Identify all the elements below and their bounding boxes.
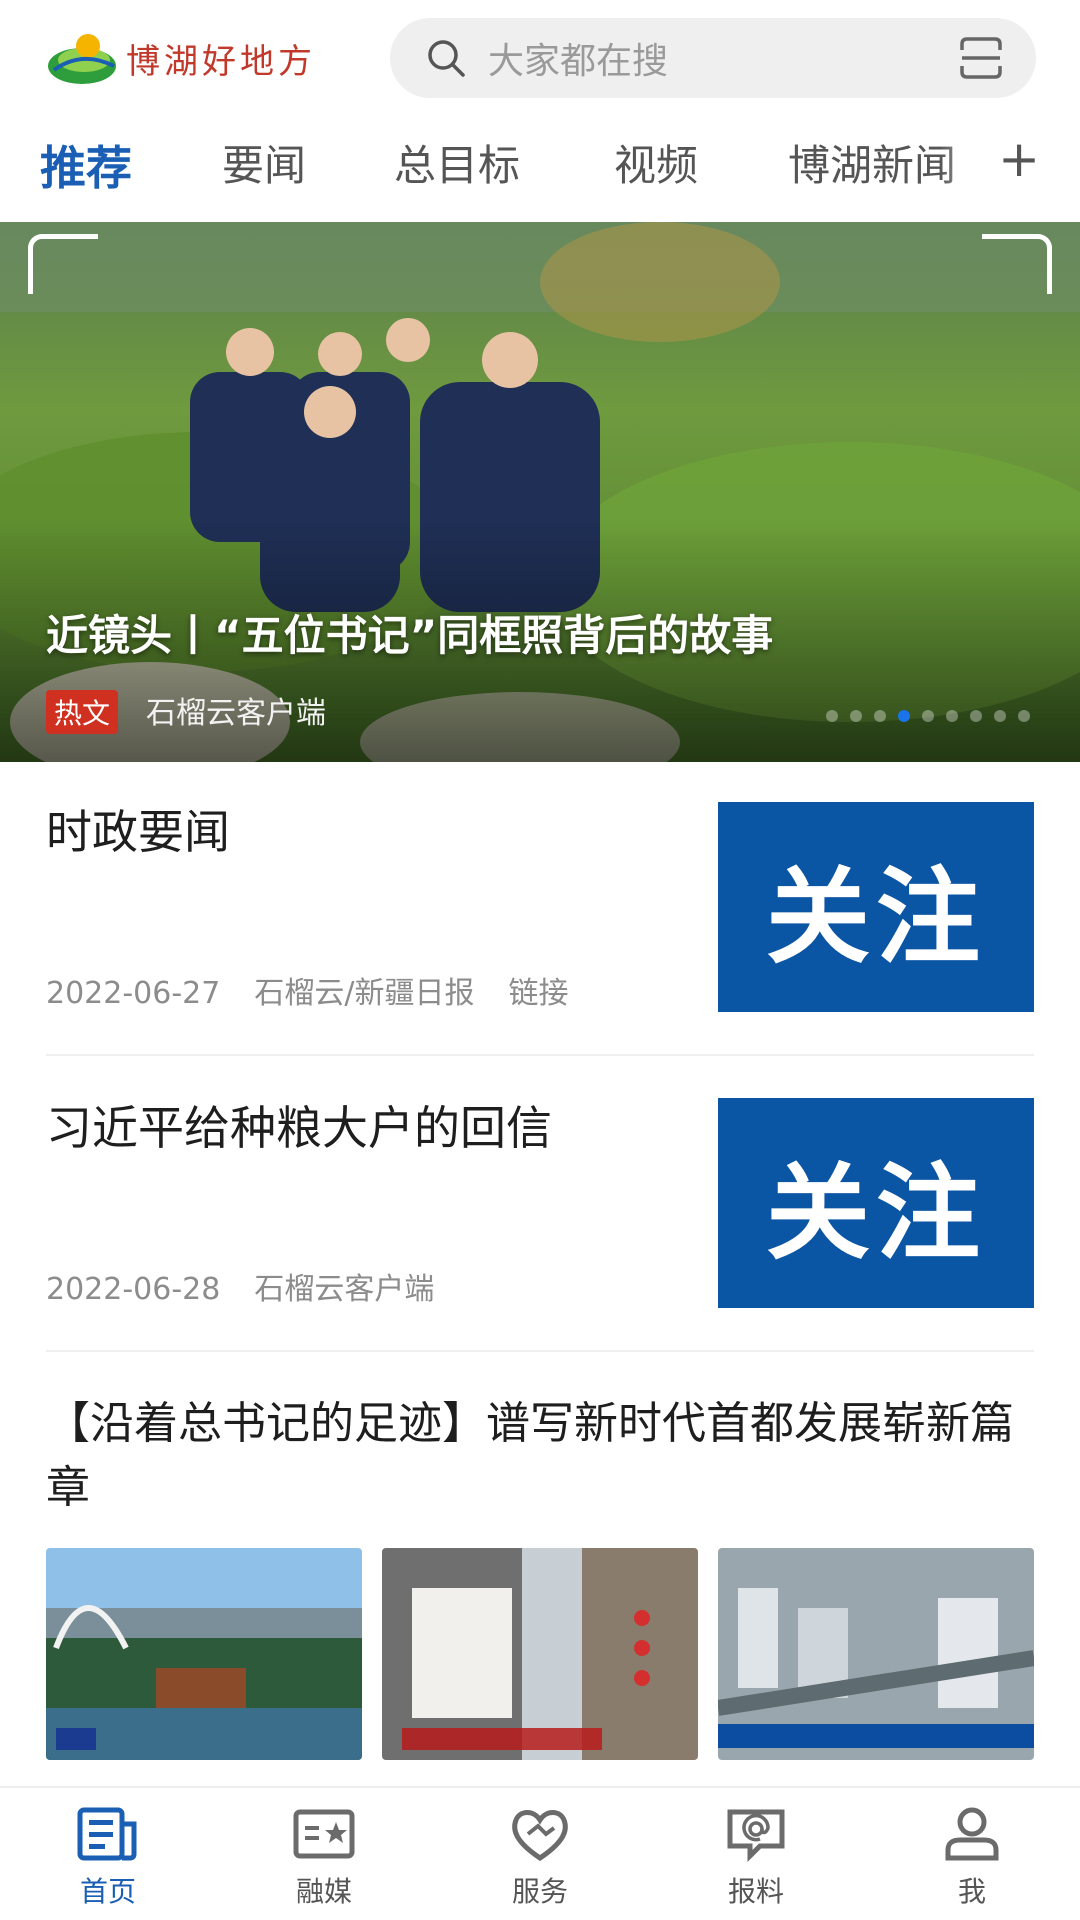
news-item[interactable]: 习近平给种粮大户的回信 2022-06-28 石榴云客户端 关注	[46, 1096, 1034, 1356]
carousel-dot[interactable]	[898, 710, 910, 722]
carousel-indicator	[826, 710, 1030, 722]
news-thumbnail[interactable]: 关注	[718, 1098, 1034, 1308]
banner-image	[0, 222, 1080, 762]
nav-label: 报料	[727, 1875, 784, 1908]
news-item[interactable]: 时政要闻 2022-06-27 石榴云/新疆日报 链接 关注	[46, 800, 1034, 1060]
news-image[interactable]	[718, 1548, 1034, 1760]
news-source: 石榴云客户端	[254, 1272, 435, 1307]
tab-video[interactable]: 视频	[614, 132, 698, 193]
user-icon	[945, 1807, 999, 1861]
tab-headlines[interactable]: 要闻	[222, 132, 306, 193]
banner-source: 石榴云客户端	[146, 696, 326, 731]
carousel-dot[interactable]	[826, 710, 838, 722]
news-meta: 2022-06-28 石榴云客户端	[46, 1264, 468, 1308]
news-date: 2022-06-28	[46, 1272, 221, 1307]
hot-tag-badge: 热文	[46, 690, 119, 734]
nav-label: 首页	[79, 1875, 136, 1908]
tab-fade	[940, 120, 1000, 210]
news-icon	[77, 1807, 137, 1861]
news-image[interactable]	[382, 1548, 698, 1760]
logo-icon	[48, 34, 116, 84]
news-thumbnail[interactable]: 关注	[718, 802, 1034, 1012]
app-logo[interactable]: 博湖好地方	[44, 24, 344, 92]
corner-marker	[28, 234, 98, 294]
nav-report[interactable]: 报料	[648, 1788, 864, 1920]
category-tabs: 推荐 要闻 总目标 视频 博湖新闻 +	[0, 120, 1080, 220]
nav-label: 服务	[511, 1875, 568, 1908]
carousel-dot[interactable]	[850, 710, 862, 722]
news-date: 2022-06-27	[46, 976, 221, 1011]
tab-goals[interactable]: 总目标	[394, 132, 520, 193]
news-link-label: 链接	[508, 976, 569, 1011]
heart-icon	[512, 1810, 568, 1862]
app-header: 博湖好地方 大家都在搜	[0, 0, 1080, 112]
corner-marker	[982, 234, 1052, 294]
logo-text: 博湖好地方	[126, 41, 316, 82]
hero-banner[interactable]: 近镜头丨“五位书记”同框照背后的故事 热文 石榴云客户端	[0, 222, 1080, 762]
news-title[interactable]: 【沿着总书记的足迹】谱写新时代首都发展崭新篇章	[46, 1392, 1034, 1520]
nav-label: 融媒	[295, 1875, 352, 1908]
carousel-dot[interactable]	[994, 710, 1006, 722]
news-source: 石榴云/新疆日报	[254, 976, 475, 1011]
nav-media[interactable]: 融媒	[216, 1788, 432, 1920]
search-icon	[428, 40, 465, 77]
add-tab-icon[interactable]: +	[998, 130, 1040, 188]
carousel-dot[interactable]	[946, 710, 958, 722]
banner-title[interactable]: 近镜头丨“五位书记”同框照背后的故事	[46, 602, 773, 663]
carousel-dot[interactable]	[970, 710, 982, 722]
news-image[interactable]	[46, 1548, 362, 1760]
nav-me[interactable]: 我	[864, 1788, 1080, 1920]
carousel-dot[interactable]	[1018, 710, 1030, 722]
tab-bohu-news[interactable]: 博湖新闻	[788, 132, 956, 193]
news-meta: 2022-06-27 石榴云/新疆日报 链接	[46, 968, 602, 1012]
tab-recommend[interactable]: 推荐	[40, 132, 132, 198]
divider	[46, 1054, 1034, 1056]
scan-icon[interactable]	[958, 36, 1004, 80]
search-placeholder: 大家都在搜	[488, 41, 669, 82]
carousel-dot[interactable]	[922, 710, 934, 722]
search-bar[interactable]: 大家都在搜	[390, 18, 1036, 98]
divider	[46, 1350, 1034, 1352]
media-icon	[293, 1809, 355, 1859]
news-image-row[interactable]	[46, 1548, 1034, 1760]
bottom-navigation: 首页 融媒 服务 报料 我	[0, 1786, 1080, 1920]
report-icon	[727, 1809, 785, 1863]
news-item[interactable]: 【沿着总书记的足迹】谱写新时代首都发展崭新篇章	[46, 1392, 1034, 1532]
nav-label: 我	[957, 1875, 986, 1908]
carousel-dot[interactable]	[874, 710, 886, 722]
nav-service[interactable]: 服务	[432, 1788, 648, 1920]
nav-home[interactable]: 首页	[0, 1788, 216, 1920]
